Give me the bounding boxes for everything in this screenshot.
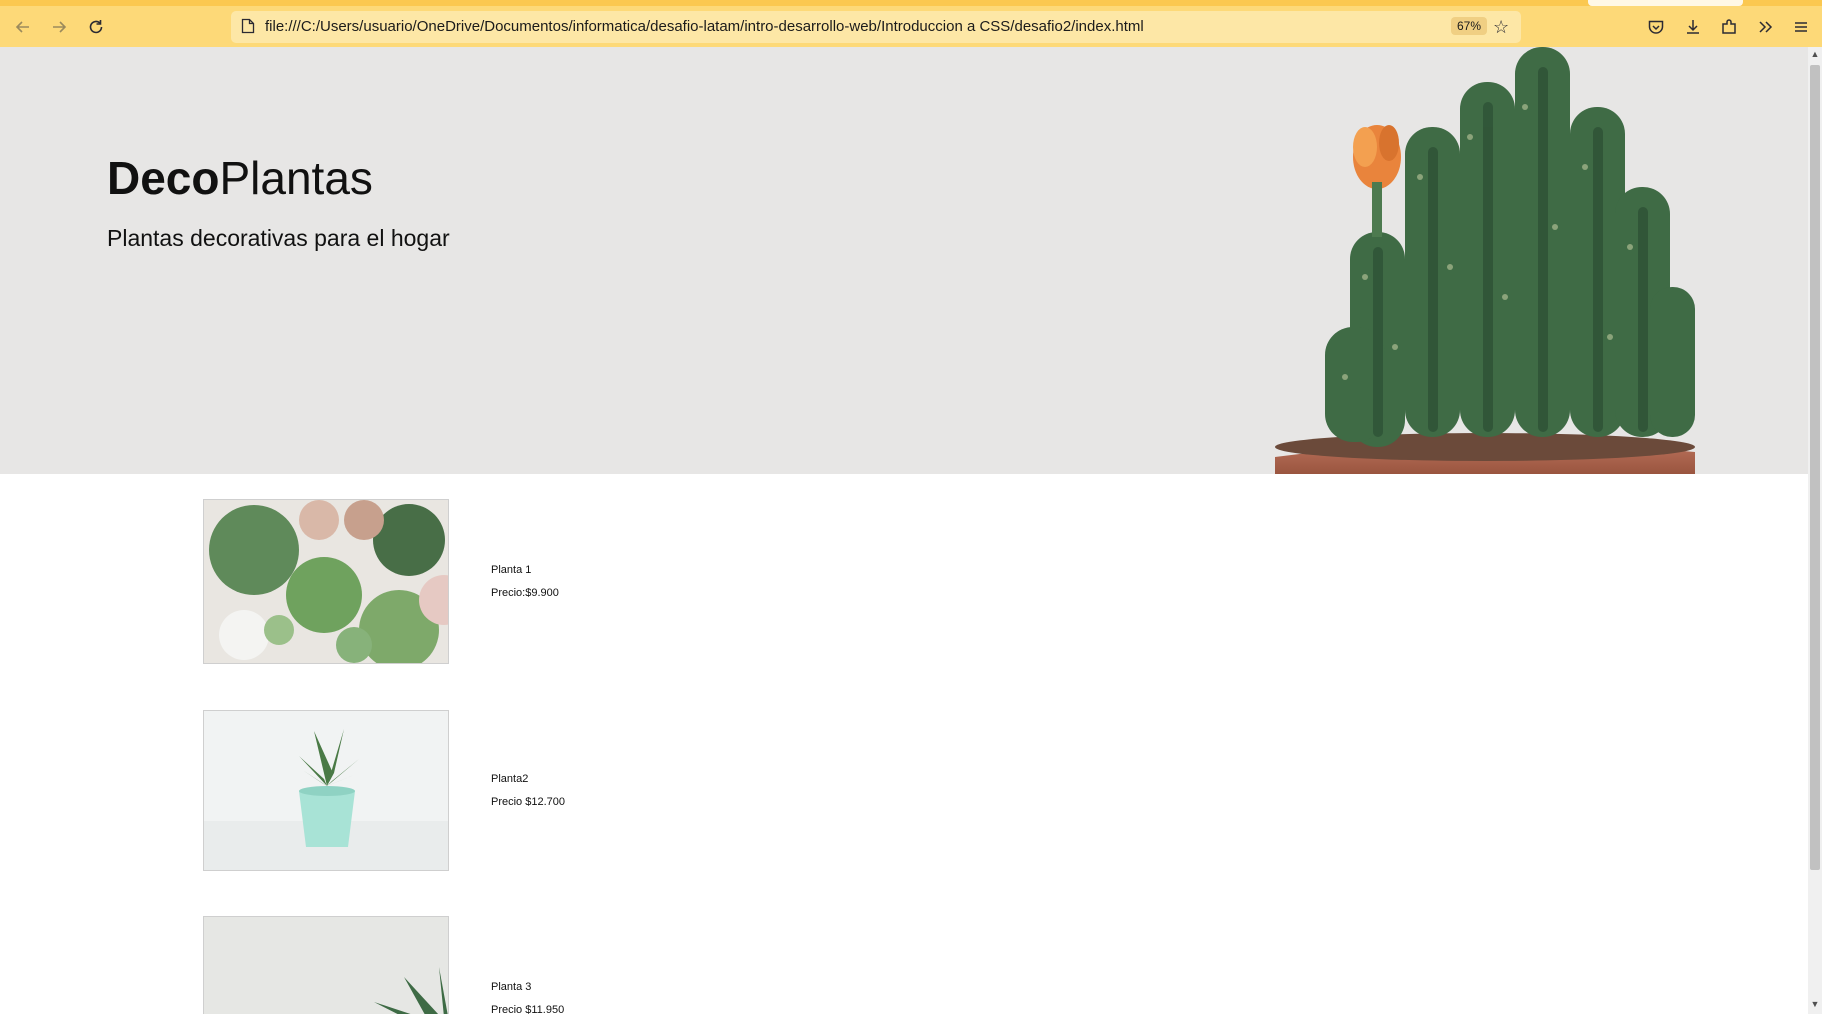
product-name-3: Planta 3 [491, 981, 532, 993]
hamburger-menu-icon [1795, 22, 1807, 32]
scrollbar-thumb[interactable] [1810, 65, 1820, 870]
product-name-1: Planta 1 [491, 564, 532, 576]
arrow-left-icon [15, 21, 29, 33]
extensions-button[interactable] [1715, 13, 1743, 41]
pocket-button[interactable] [1642, 13, 1670, 41]
star-icon[interactable]: ☆ [1493, 17, 1509, 38]
chevron-double-right-icon [1759, 21, 1773, 33]
back-button[interactable] [9, 13, 37, 41]
cactus-image [1275, 47, 1695, 474]
page-icon [241, 18, 255, 34]
product-price-3: Precio $11.950 [491, 1004, 565, 1014]
reload-icon [89, 20, 103, 34]
vertical-scrollbar[interactable]: ▲ ▼ [1808, 47, 1822, 1014]
product-price-2: Precio $12.700 [491, 796, 565, 808]
hero-banner: DecoPlantas Plantas decorativas para el … [0, 47, 1808, 474]
download-icon [1687, 20, 1699, 34]
reload-button[interactable] [82, 13, 110, 41]
menu-button[interactable] [1787, 13, 1815, 41]
brand-title-regular: Plantas [219, 152, 373, 204]
url-text[interactable]: file:///C:/Users/usuario/OneDrive/Docume… [265, 18, 1144, 35]
address-bar[interactable]: file:///C:/Users/usuario/OneDrive/Docume… [231, 11, 1521, 43]
zoom-level-badge[interactable]: 67% [1451, 17, 1488, 35]
pocket-icon [1648, 20, 1664, 34]
page-viewport: DecoPlantas Plantas decorativas para el … [0, 47, 1808, 1014]
arrow-right-icon [53, 21, 67, 33]
extensions-icon [1722, 19, 1736, 34]
product-image-3 [203, 916, 449, 1014]
brand-title: DecoPlantas [107, 151, 373, 205]
product-name-2: Planta2 [491, 773, 529, 785]
brand-title-bold: Deco [107, 152, 220, 204]
product-image-2 [203, 710, 449, 871]
overflow-button[interactable] [1751, 13, 1779, 41]
downloads-button[interactable] [1679, 13, 1707, 41]
product-price-1: Precio:$9.900 [491, 587, 559, 599]
tagline: Plantas decorativas para el hogar [107, 225, 450, 251]
forward-button[interactable] [45, 13, 73, 41]
scroll-down-arrow-icon[interactable]: ▼ [1808, 999, 1822, 1009]
scroll-up-arrow-icon[interactable]: ▲ [1808, 49, 1822, 59]
tab-edge [1588, 0, 1743, 6]
browser-toolbar: file:///C:/Users/usuario/OneDrive/Docume… [0, 0, 1822, 47]
product-image-1 [203, 499, 449, 664]
